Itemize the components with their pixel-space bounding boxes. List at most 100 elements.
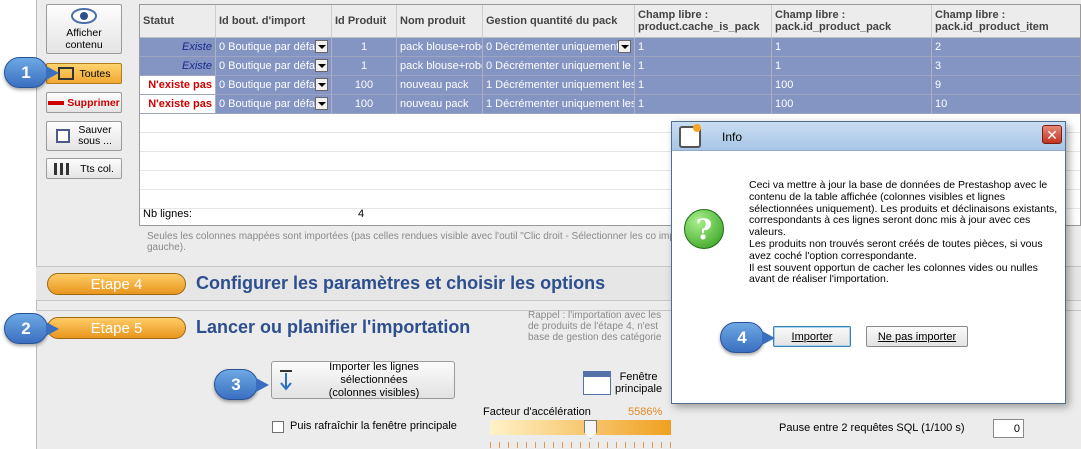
dialog-title: Info [722,130,743,144]
table-row-cell[interactable]: N'existe pas [140,95,216,114]
callout-3: 3 [214,369,269,400]
pause-input[interactable]: 0 [993,419,1024,438]
columns-icon [54,162,71,175]
table-row-cell[interactable]: 2 [932,38,1080,57]
dropdown-arrow-icon[interactable] [618,40,631,53]
table-row-cell[interactable]: 1 [635,57,772,76]
table-row-cell[interactable]: 1 [772,38,932,57]
table-row-cell[interactable]: 1 [332,38,397,57]
minus-icon [48,100,65,105]
cell-text: 0 Boutique par défau [219,41,322,53]
window-icon [583,371,611,395]
table-row-cell[interactable]: pack blouse+robe [397,38,483,57]
table-row-cell[interactable]: 1 [635,95,772,114]
callout-2: 2 [4,313,59,344]
all-columns-button[interactable]: Tts col. [46,158,122,179]
table-row-cell[interactable]: 1 [635,38,772,57]
dialog-paragraph: Ceci va mettre à jour la base de données… [749,179,1058,239]
show-content-label-1: Afficher [66,27,102,39]
save-as-button[interactable]: Sauver sous ... [46,121,122,151]
import-button-label-1: Importer les lignes sélectionnées [329,360,419,386]
show-content-label-2: contenu [65,39,103,51]
table-row-cell[interactable]: 1 Décrémenter uniquement les p [483,95,635,114]
delete-button[interactable]: Supprimer [46,92,122,113]
save-as-label-2: sous ... [78,135,112,147]
table-row-cell[interactable]: nouveau pack [397,76,483,95]
app-window: Afficher contenu Toutes Supprimer Sauver… [0,0,1081,449]
table-row-cell[interactable]: 100 [772,95,932,114]
cell-text: 0 Boutique par défau [219,79,322,91]
row-count-value: 4 [358,208,365,220]
dialog-do-not-import-button[interactable]: Ne pas importer [866,326,968,347]
dropdown-arrow-icon[interactable] [315,97,328,110]
cell-text: 0 Boutique par défau [219,98,322,110]
cell-text: 0 Décrémenter uniquement le [486,41,631,53]
row-count-label: Nb lignes: [143,208,192,220]
acceleration-label: Facteur d'accélération [483,406,591,418]
import-button-label-2: (colonnes visibles) [328,386,420,399]
delete-label: Supprimer [67,96,120,109]
table-row-cell[interactable]: 1 Décrémenter uniquement les p [483,76,635,95]
acceleration-slider[interactable] [490,420,671,435]
table-row-cell[interactable]: nouveau pack [397,95,483,114]
table-row-cell[interactable]: 3 [932,57,1080,76]
arrow-down-icon [280,370,292,391]
app-icon [679,124,701,148]
rappel-note: Rappel : l'importation avec les de produ… [528,310,662,343]
header-id-product-pack[interactable]: Champ libre : pack.id_product_pack [772,5,932,38]
dropdown-arrow-icon[interactable] [315,59,328,72]
show-content-button[interactable]: Afficher contenu [46,4,122,54]
callout-1: 1 [4,57,59,88]
table-row-cell[interactable]: 1 [332,57,397,76]
step5-pill[interactable]: Etape 5 [47,317,186,339]
table-row-cell[interactable]: 100 [772,76,932,95]
header-nom-produit[interactable]: Nom produit [397,5,483,38]
question-icon: ? [684,209,724,249]
dialog-paragraph: Il est souvent opportun de cacher les co… [749,261,1038,286]
dropdown-arrow-icon[interactable] [315,78,328,91]
step5-title[interactable]: Lancer ou planifier l'importation [196,317,470,338]
dialog-titlebar[interactable]: Info ✕ [672,122,1065,151]
header-statut[interactable]: Statut [140,5,216,38]
table-row-cell[interactable]: 0 Boutique par défau [216,38,332,57]
close-button[interactable]: ✕ [1042,125,1062,144]
main-window-label-1: Fenêtre [619,371,658,383]
header-id-produit[interactable]: Id Produit [332,5,397,38]
dialog-do-not-import-label: Ne pas importer [877,330,957,343]
header-id-boutique[interactable]: Id bout. d'import [216,5,332,38]
dialog-import-button[interactable]: Importer [773,326,851,347]
table-row-cell[interactable]: 100 [332,95,397,114]
slider-ticks [490,442,671,448]
table-row-cell[interactable]: 1 [772,57,932,76]
import-selected-rows-button[interactable]: Importer les lignes sélectionnées (colon… [271,361,455,399]
step4-title[interactable]: Configurer les paramètres et choisir les… [196,273,605,294]
refresh-checkbox[interactable] [272,421,284,433]
header-id-product-item[interactable]: Champ libre : pack.id_product_item [932,5,1080,38]
table-row-cell[interactable]: 100 [332,76,397,95]
header-gestion-quantite[interactable]: Gestion quantité du pack [483,5,635,38]
cell-text: 0 Boutique par défau [219,60,322,72]
pause-label: Pause entre 2 requêtes SQL (1/100 s) [779,422,965,434]
table-row-cell[interactable]: 0 Décrémenter uniquement le p [483,57,635,76]
table-row-cell[interactable]: 0 Boutique par défau [216,95,332,114]
table-row-cell[interactable]: 9 [932,76,1080,95]
step4-pill[interactable]: Etape 4 [47,273,186,295]
table-row-cell[interactable]: 1 [635,76,772,95]
table-row-cell[interactable]: Existe [140,38,216,57]
save-icon [56,129,71,143]
main-window-button[interactable]: Fenêtre principale [583,367,667,399]
header-cache-is-pack[interactable]: Champ libre : product.cache_is_pack [635,5,772,38]
table-row-cell[interactable]: 0 Décrémenter uniquement le [483,38,635,57]
table-row-cell[interactable]: N'existe pas [140,76,216,95]
acceleration-value: 5586% [628,406,663,418]
dropdown-arrow-icon[interactable] [315,40,328,53]
table-row-cell[interactable]: pack blouse+robe [397,57,483,76]
table-row-cell[interactable]: 0 Boutique par défau [216,76,332,95]
select-all-label: Toutes [79,67,111,80]
table-row-cell[interactable]: 0 Boutique par défau [216,57,332,76]
info-dialog: Info ✕ ? Ceci va mettre à jour la base d… [671,121,1066,404]
refresh-label[interactable]: Puis rafraîchir la fenêtre principale [290,420,457,432]
select-all-icon [57,67,74,80]
table-row-cell[interactable]: Existe [140,57,216,76]
table-row-cell[interactable]: 10 [932,95,1080,114]
